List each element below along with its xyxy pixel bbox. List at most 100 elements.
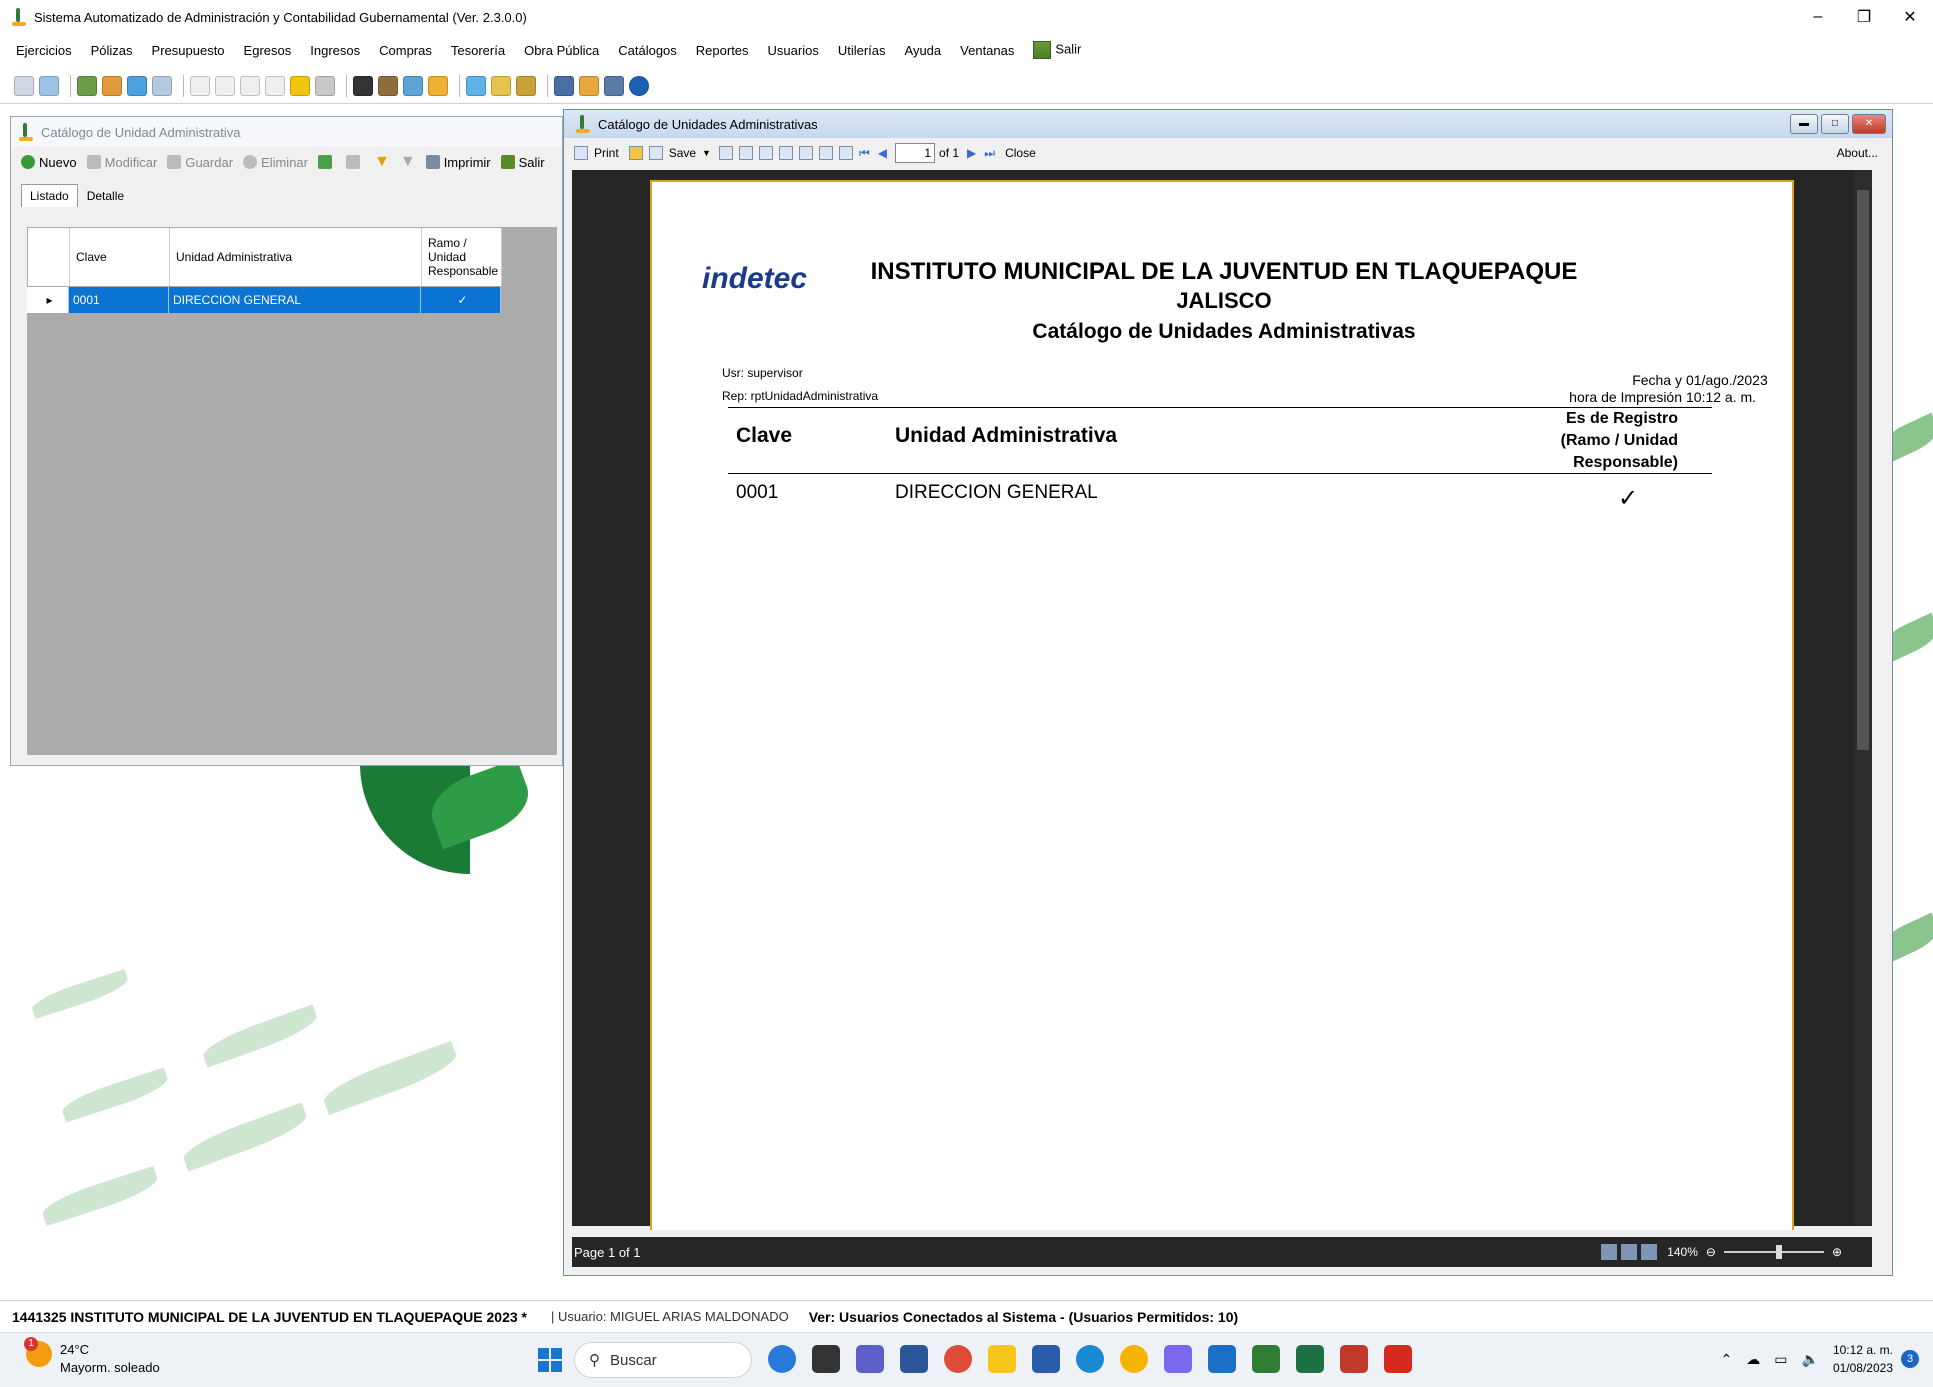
key-icon[interactable]	[579, 75, 599, 96]
task-view-icon[interactable]	[812, 1345, 840, 1373]
minimize-button[interactable]: –	[1795, 0, 1841, 34]
tree-icon[interactable]	[554, 75, 574, 96]
tab-listado[interactable]: Listado	[21, 184, 78, 207]
page-number-input[interactable]: 1	[895, 143, 936, 163]
c-icon[interactable]	[190, 75, 210, 96]
menu-usuarios[interactable]: Usuarios	[768, 43, 819, 58]
norton-icon[interactable]	[1120, 1345, 1148, 1373]
menu-tesoreria[interactable]: Tesorería	[451, 43, 505, 58]
payment-icon[interactable]	[290, 75, 310, 96]
menu-ejercicios[interactable]: Ejercicios	[16, 43, 72, 58]
column-header-ramo[interactable]: Ramo / Unidad Responsable	[422, 228, 502, 286]
imprimir-button[interactable]: Imprimir	[425, 155, 491, 170]
taskbar-search[interactable]: ⚲ Buscar	[574, 1342, 752, 1378]
p-icon[interactable]	[265, 75, 285, 96]
print-icon[interactable]	[574, 146, 588, 160]
help-icon[interactable]	[629, 75, 649, 96]
prev-page-icon[interactable]: ◀	[878, 146, 887, 160]
tab-detalle[interactable]: Detalle	[77, 184, 134, 207]
menu-compras[interactable]: Compras	[379, 43, 432, 58]
weather-widget[interactable]: 1 24°C Mayorm. soleado	[24, 1337, 160, 1377]
export-button[interactable]	[318, 155, 336, 169]
column-header-clave[interactable]: Clave	[70, 228, 170, 286]
excel-icon[interactable]	[1296, 1345, 1324, 1373]
tools-icon[interactable]	[491, 75, 511, 96]
zoom-page-icon[interactable]	[778, 146, 793, 160]
clock[interactable]: 10:12 a. m. 01/08/2023	[1833, 1341, 1893, 1377]
nuevo-button[interactable]: Nuevo	[21, 155, 77, 170]
ledger-icon[interactable]	[77, 75, 97, 96]
clipboard-icon[interactable]	[353, 75, 373, 96]
menu-presupuesto[interactable]: Presupuesto	[152, 43, 225, 58]
print-button[interactable]: Print	[594, 146, 619, 160]
sacg-app-icon[interactable]	[1252, 1345, 1280, 1373]
calculator-icon[interactable]	[604, 75, 624, 96]
menu-reportes[interactable]: Reportes	[696, 43, 749, 58]
column-header-unidad[interactable]: Unidad Administrativa	[170, 228, 422, 286]
report-icon[interactable]	[466, 75, 486, 96]
report-maximize-button[interactable]: □	[1821, 114, 1849, 134]
notification-badge[interactable]: 3	[1901, 1350, 1919, 1368]
bing-icon[interactable]	[768, 1345, 796, 1373]
menu-obra-publica[interactable]: Obra Pública	[524, 43, 599, 58]
save-button[interactable]: Save	[669, 146, 696, 160]
two-page-view-icon[interactable]	[1621, 1244, 1638, 1260]
restore-button[interactable]: ❐	[1841, 0, 1887, 34]
refresh-icon[interactable]	[14, 75, 34, 96]
users-icon[interactable]	[403, 75, 423, 96]
menu-ingresos[interactable]: Ingresos	[310, 43, 360, 58]
multi-page-view-icon[interactable]	[1641, 1244, 1658, 1260]
e-icon[interactable]	[240, 75, 260, 96]
package-icon[interactable]	[428, 75, 448, 96]
zoom-in-icon[interactable]: ⊕	[1832, 1245, 1842, 1259]
export-icon[interactable]	[818, 146, 833, 160]
next-page-icon[interactable]: ▶	[967, 146, 976, 160]
save-icon[interactable]	[648, 146, 663, 160]
modificar-button[interactable]: Modificar	[86, 155, 157, 170]
print-icon[interactable]	[315, 75, 335, 96]
report-minimize-button[interactable]: ▬	[1790, 114, 1818, 134]
email-icon[interactable]	[718, 146, 733, 160]
acrobat-icon[interactable]	[1384, 1345, 1412, 1373]
office-icon[interactable]	[1340, 1345, 1368, 1373]
report-vertical-scrollbar[interactable]	[1854, 170, 1872, 1226]
find-icon[interactable]	[738, 146, 753, 160]
last-page-icon[interactable]: ⏭	[984, 146, 995, 161]
d-icon[interactable]	[215, 75, 235, 96]
menu-utilerias[interactable]: Utilerías	[838, 43, 886, 58]
cell-ramo-checkbox[interactable]: ✓	[421, 287, 501, 313]
cancel-button[interactable]	[346, 155, 364, 169]
start-button[interactable]	[538, 1348, 562, 1372]
document-icon[interactable]	[39, 75, 59, 96]
chrome-icon[interactable]	[944, 1345, 972, 1373]
close-report-button[interactable]: Close	[1005, 146, 1036, 160]
single-page-view-icon[interactable]	[1601, 1244, 1618, 1260]
network-icon[interactable]: ▭	[1774, 1351, 1787, 1368]
guardar-button[interactable]: Guardar	[167, 155, 233, 170]
table-row[interactable]: ▸ 0001 DIRECCION GENERAL ✓	[27, 287, 501, 313]
chevron-up-icon[interactable]: ⌃	[1721, 1351, 1733, 1368]
settings-icon[interactable]	[516, 75, 536, 96]
connected-users-link[interactable]: Ver: Usuarios Conectados al Sistema - (U…	[809, 1309, 1238, 1325]
scrollbar-thumb[interactable]	[1857, 190, 1869, 750]
word-icon[interactable]	[900, 1345, 928, 1373]
menu-catalogos[interactable]: Catálogos	[618, 43, 677, 58]
close-button[interactable]: ✕	[1887, 0, 1933, 34]
cell-unidad[interactable]: DIRECCION GENERAL	[169, 287, 421, 313]
teams-icon[interactable]	[856, 1345, 884, 1373]
cell-clave[interactable]: 0001	[69, 287, 169, 313]
volume-icon[interactable]: 🔈	[1802, 1351, 1819, 1368]
copilot-icon[interactable]	[1164, 1345, 1192, 1373]
store-icon[interactable]	[1032, 1345, 1060, 1373]
transfer-icon[interactable]	[102, 75, 122, 96]
filter-button[interactable]: ▼	[374, 153, 390, 171]
edit-icon[interactable]	[378, 75, 398, 96]
layout-icon[interactable]	[758, 146, 773, 160]
zoom-out-icon[interactable]: ⊖	[1706, 1245, 1716, 1259]
mail-icon[interactable]	[1208, 1345, 1236, 1373]
report-close-button[interactable]: ✕	[1852, 114, 1886, 134]
save-dropdown-icon[interactable]: ▼	[702, 148, 711, 158]
zoom-slider[interactable]	[1723, 1245, 1824, 1259]
budget-icon[interactable]	[127, 75, 147, 96]
salir-button[interactable]: Salir	[500, 155, 545, 170]
